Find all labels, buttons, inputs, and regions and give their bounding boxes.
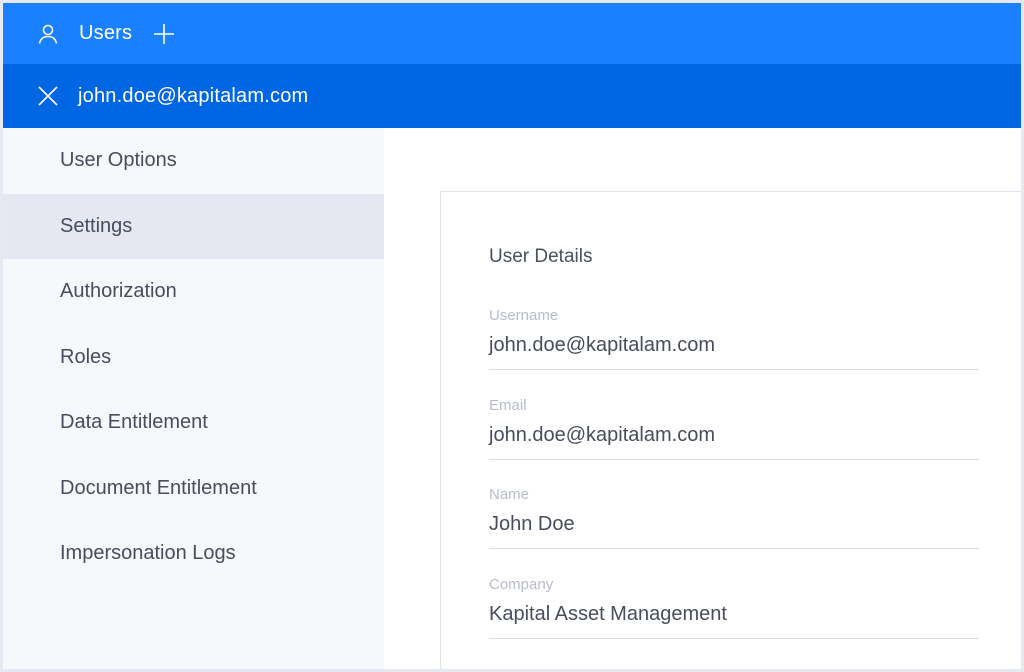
sidebar: User Options Settings Authorization Role… [3, 128, 384, 669]
name-field[interactable]: Name John Doe [489, 486, 979, 549]
sidebar-item-settings[interactable]: Settings [3, 193, 384, 259]
sidebar-item-document-entitlement[interactable]: Document Entitlement [3, 456, 384, 522]
main-content: User Details Username john.doe@kapitalam… [384, 128, 1021, 669]
close-button[interactable] [36, 84, 60, 108]
plus-icon [154, 23, 175, 44]
company-value[interactable]: Kapital Asset Management [489, 603, 979, 639]
top-bar: Users [3, 3, 1021, 64]
email-label: Email [489, 397, 527, 414]
sidebar-item-data-entitlement[interactable]: Data Entitlement [3, 390, 384, 456]
sidebar-item-authorization[interactable]: Authorization [3, 259, 384, 325]
name-value[interactable]: John Doe [489, 513, 979, 549]
username-field[interactable]: Username john.doe@kapitalam.com [489, 307, 979, 370]
username-label: Username [489, 307, 559, 324]
company-field[interactable]: Company Kapital Asset Management [489, 576, 979, 639]
email-value[interactable]: john.doe@kapitalam.com [489, 424, 979, 460]
close-icon [38, 86, 58, 106]
page-title: Users [79, 22, 133, 44]
add-user-button[interactable] [152, 22, 176, 46]
sidebar-item-roles[interactable]: Roles [3, 325, 384, 391]
sidebar-item-impersonation-logs[interactable]: Impersonation Logs [3, 521, 384, 587]
user-icon [36, 22, 60, 46]
user-details-card: User Details Username john.doe@kapitalam… [440, 191, 1021, 669]
app-window: Users john.doe@kapitalam.com User Option… [3, 3, 1021, 669]
name-label: Name [489, 486, 530, 503]
company-label: Company [489, 576, 554, 593]
sidebar-item-user-options[interactable]: User Options [3, 128, 384, 194]
card-title: User Details [489, 246, 593, 267]
selected-user-email: john.doe@kapitalam.com [78, 84, 309, 107]
email-field[interactable]: Email john.doe@kapitalam.com [489, 397, 979, 460]
selected-user-bar: john.doe@kapitalam.com [3, 64, 1021, 128]
username-value[interactable]: john.doe@kapitalam.com [489, 334, 979, 370]
